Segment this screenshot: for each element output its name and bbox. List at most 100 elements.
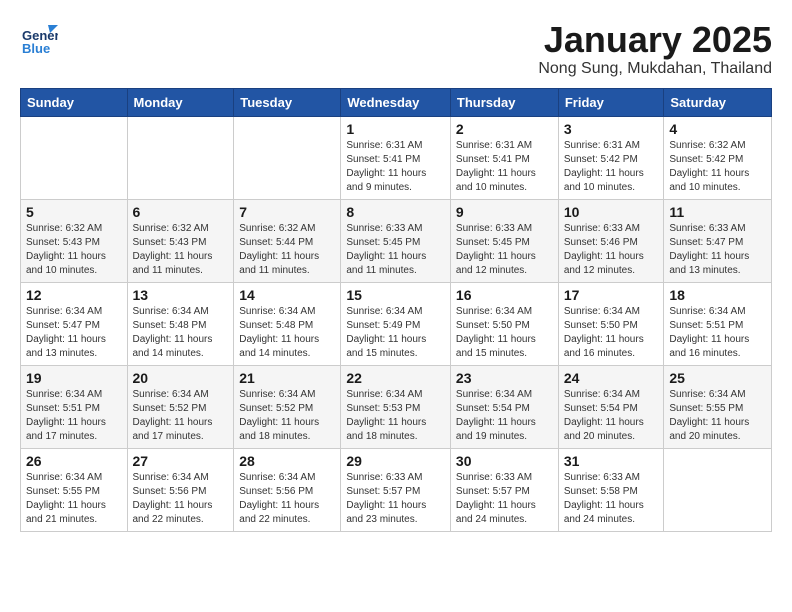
calendar-cell: 25 Sunrise: 6:34 AM Sunset: 5:55 PM Dayli…: [664, 365, 772, 448]
calendar-cell: 14 Sunrise: 6:34 AM Sunset: 5:48 PM Dayli…: [234, 282, 341, 365]
day-number: 22: [346, 370, 445, 386]
week-row-3: 12 Sunrise: 6:34 AM Sunset: 5:47 PM Dayli…: [21, 282, 772, 365]
day-number: 31: [564, 453, 659, 469]
week-row-4: 19 Sunrise: 6:34 AM Sunset: 5:51 PM Dayli…: [21, 365, 772, 448]
calendar-cell: 28Sunrise: 6:34 AM Sunset: 5:56 PM Dayli…: [234, 448, 341, 531]
day-number: 13: [133, 287, 229, 303]
day-number: 2: [456, 121, 553, 137]
calendar-cell: 15 Sunrise: 6:34 AM Sunset: 5:49 PM Dayli…: [341, 282, 451, 365]
calendar-cell: [127, 116, 234, 199]
day-number: 16: [456, 287, 553, 303]
calendar-cell: 30 Sunrise: 6:33 AM Sunset: 5:57 PM Dayli…: [450, 448, 558, 531]
day-number: 8: [346, 204, 445, 220]
day-number: 1: [346, 121, 445, 137]
day-info: Sunrise: 6:33 AM Sunset: 5:57 PM Dayligh…: [346, 471, 445, 527]
day-number: 10: [564, 204, 659, 220]
calendar-cell: [664, 448, 772, 531]
calendar-cell: 20 Sunrise: 6:34 AM Sunset: 5:52 PM Dayli…: [127, 365, 234, 448]
calendar-cell: 24 Sunrise: 6:34 AM Sunset: 5:54 PM Dayli…: [558, 365, 664, 448]
day-info: Sunrise: 6:33 AM Sunset: 5:46 PM Dayligh…: [564, 222, 659, 278]
header-row: SundayMondayTuesdayWednesdayThursdayFrid…: [21, 88, 772, 116]
day-info: Sunrise: 6:34 AM Sunset: 5:47 PM Dayligh…: [26, 305, 122, 361]
day-info: Sunrise: 6:34 AM Sunset: 5:52 PM Dayligh…: [133, 388, 229, 444]
day-number: 11: [669, 204, 766, 220]
column-header-monday: Monday: [127, 88, 234, 116]
calendar-cell: 11 Sunrise: 6:33 AM Sunset: 5:47 PM Dayli…: [664, 199, 772, 282]
calendar-cell: 22 Sunrise: 6:34 AM Sunset: 5:53 PM Dayli…: [341, 365, 451, 448]
day-number: 5: [26, 204, 122, 220]
day-info: Sunrise: 6:32 AM Sunset: 5:43 PM Dayligh…: [133, 222, 229, 278]
day-number: 12: [26, 287, 122, 303]
day-info: Sunrise: 6:32 AM Sunset: 5:43 PM Dayligh…: [26, 222, 122, 278]
day-number: 30: [456, 453, 553, 469]
week-row-1: 1 Sunrise: 6:31 AM Sunset: 5:41 PM Daylig…: [21, 116, 772, 199]
day-info: Sunrise: 6:34 AM Sunset: 5:51 PM Dayligh…: [26, 388, 122, 444]
day-info: Sunrise: 6:34 AM Sunset: 5:52 PM Dayligh…: [239, 388, 335, 444]
calendar-subtitle: Nong Sung, Mukdahan, Thailand: [538, 60, 772, 78]
calendar-cell: 19 Sunrise: 6:34 AM Sunset: 5:51 PM Dayli…: [21, 365, 128, 448]
calendar-cell: 26 Sunrise: 6:34 AM Sunset: 5:55 PM Dayli…: [21, 448, 128, 531]
day-number: 24: [564, 370, 659, 386]
day-info: Sunrise: 6:33 AM Sunset: 5:45 PM Dayligh…: [346, 222, 445, 278]
calendar-table: SundayMondayTuesdayWednesdayThursdayFrid…: [20, 88, 772, 532]
column-header-thursday: Thursday: [450, 88, 558, 116]
calendar-cell: 8 Sunrise: 6:33 AM Sunset: 5:45 PM Daylig…: [341, 199, 451, 282]
day-number: 25: [669, 370, 766, 386]
day-info: Sunrise: 6:34 AM Sunset: 5:54 PM Dayligh…: [564, 388, 659, 444]
day-info: Sunrise: 6:34 AM Sunset: 5:53 PM Dayligh…: [346, 388, 445, 444]
week-row-5: 26 Sunrise: 6:34 AM Sunset: 5:55 PM Dayli…: [21, 448, 772, 531]
day-number: 18: [669, 287, 766, 303]
day-number: 23: [456, 370, 553, 386]
day-number: 17: [564, 287, 659, 303]
top-section: General Blue January 2025 Nong Sung, Muk…: [20, 20, 772, 78]
day-number: 4: [669, 121, 766, 137]
logo-icon: General Blue: [20, 20, 58, 58]
calendar-cell: 23Sunrise: 6:34 AM Sunset: 5:54 PM Dayli…: [450, 365, 558, 448]
calendar-cell: [21, 116, 128, 199]
day-info: Sunrise: 6:33 AM Sunset: 5:58 PM Dayligh…: [564, 471, 659, 527]
day-info: Sunrise: 6:31 AM Sunset: 5:41 PM Dayligh…: [346, 139, 445, 195]
day-number: 19: [26, 370, 122, 386]
day-number: 20: [133, 370, 229, 386]
calendar-cell: 18 Sunrise: 6:34 AM Sunset: 5:51 PM Dayli…: [664, 282, 772, 365]
calendar-cell: 13 Sunrise: 6:34 AM Sunset: 5:48 PM Dayli…: [127, 282, 234, 365]
day-number: 3: [564, 121, 659, 137]
calendar-cell: 31 Sunrise: 6:33 AM Sunset: 5:58 PM Dayli…: [558, 448, 664, 531]
day-number: 14: [239, 287, 335, 303]
calendar-cell: 7Sunrise: 6:32 AM Sunset: 5:44 PM Daylig…: [234, 199, 341, 282]
day-info: Sunrise: 6:34 AM Sunset: 5:50 PM Dayligh…: [564, 305, 659, 361]
day-info: Sunrise: 6:34 AM Sunset: 5:55 PM Dayligh…: [669, 388, 766, 444]
calendar-cell: 9 Sunrise: 6:33 AM Sunset: 5:45 PM Daylig…: [450, 199, 558, 282]
calendar-cell: [234, 116, 341, 199]
calendar-cell: 29 Sunrise: 6:33 AM Sunset: 5:57 PM Dayli…: [341, 448, 451, 531]
calendar-cell: 3Sunrise: 6:31 AM Sunset: 5:42 PM Daylig…: [558, 116, 664, 199]
day-info: Sunrise: 6:33 AM Sunset: 5:47 PM Dayligh…: [669, 222, 766, 278]
day-info: Sunrise: 6:34 AM Sunset: 5:55 PM Dayligh…: [26, 471, 122, 527]
day-info: Sunrise: 6:31 AM Sunset: 5:41 PM Dayligh…: [456, 139, 553, 195]
calendar-cell: 4 Sunrise: 6:32 AM Sunset: 5:42 PM Daylig…: [664, 116, 772, 199]
day-info: Sunrise: 6:34 AM Sunset: 5:48 PM Dayligh…: [133, 305, 229, 361]
day-info: Sunrise: 6:34 AM Sunset: 5:48 PM Dayligh…: [239, 305, 335, 361]
day-info: Sunrise: 6:34 AM Sunset: 5:49 PM Dayligh…: [346, 305, 445, 361]
calendar-cell: 10 Sunrise: 6:33 AM Sunset: 5:46 PM Dayli…: [558, 199, 664, 282]
day-number: 29: [346, 453, 445, 469]
column-header-friday: Friday: [558, 88, 664, 116]
day-info: Sunrise: 6:33 AM Sunset: 5:57 PM Dayligh…: [456, 471, 553, 527]
calendar-cell: 17 Sunrise: 6:34 AM Sunset: 5:50 PM Dayli…: [558, 282, 664, 365]
day-info: Sunrise: 6:34 AM Sunset: 5:56 PM Dayligh…: [133, 471, 229, 527]
column-header-saturday: Saturday: [664, 88, 772, 116]
calendar-cell: 6Sunrise: 6:32 AM Sunset: 5:43 PM Daylig…: [127, 199, 234, 282]
day-info: Sunrise: 6:32 AM Sunset: 5:42 PM Dayligh…: [669, 139, 766, 195]
column-header-wednesday: Wednesday: [341, 88, 451, 116]
day-info: Sunrise: 6:34 AM Sunset: 5:50 PM Dayligh…: [456, 305, 553, 361]
logo: General Blue: [20, 20, 58, 58]
calendar-cell: 2 Sunrise: 6:31 AM Sunset: 5:41 PM Daylig…: [450, 116, 558, 199]
day-info: Sunrise: 6:34 AM Sunset: 5:51 PM Dayligh…: [669, 305, 766, 361]
day-number: 15: [346, 287, 445, 303]
day-number: 26: [26, 453, 122, 469]
day-info: Sunrise: 6:32 AM Sunset: 5:44 PM Dayligh…: [239, 222, 335, 278]
day-number: 9: [456, 204, 553, 220]
day-number: 28: [239, 453, 335, 469]
column-header-sunday: Sunday: [21, 88, 128, 116]
day-info: Sunrise: 6:33 AM Sunset: 5:45 PM Dayligh…: [456, 222, 553, 278]
